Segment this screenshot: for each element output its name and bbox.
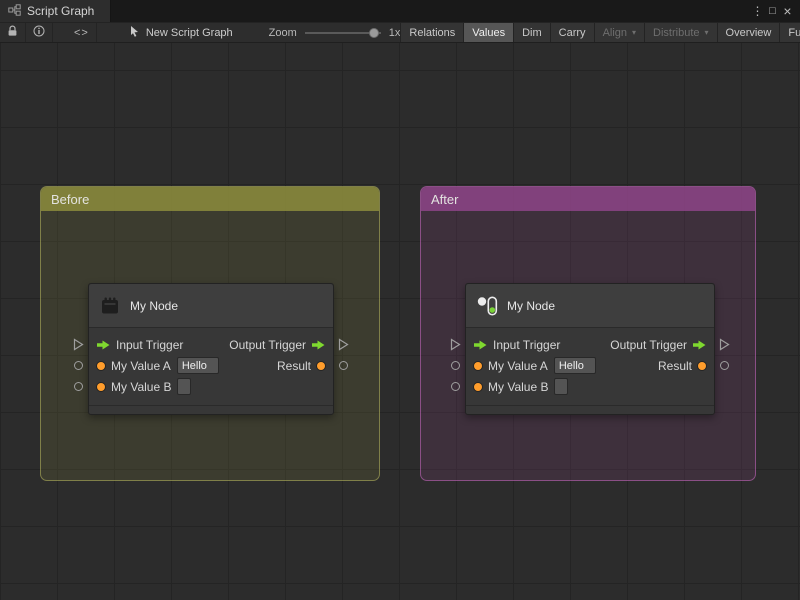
distribute-button[interactable]: Distribute ▾ — [644, 23, 717, 42]
code-view-button[interactable]: <> — [67, 23, 97, 42]
ext-value-a-port[interactable] — [74, 361, 83, 370]
group-after-header[interactable]: After — [421, 187, 755, 211]
value-a-input[interactable] — [176, 357, 219, 374]
output-trigger-label: Output Trigger — [610, 337, 687, 352]
ext-output-trigger-port[interactable] — [719, 338, 730, 356]
code-icon: <> — [74, 26, 89, 39]
graph-canvas[interactable]: Before After My Node Input Trigger Outpu… — [0, 43, 800, 600]
pointer-icon — [129, 25, 140, 40]
node-title: My Node — [130, 298, 179, 313]
graph-asset-selector[interactable]: New Script Graph — [123, 23, 239, 42]
window-controls: ⋮ □ × — [750, 0, 800, 22]
chevron-down-icon: ▾ — [704, 28, 709, 37]
value-b-port[interactable] — [474, 382, 482, 391]
machine-node-icon — [99, 295, 121, 317]
input-trigger-label: Input Trigger — [493, 337, 561, 352]
value-a-label: My Value A — [111, 358, 171, 373]
zoom-value: 1x — [388, 26, 401, 39]
graph-toolbar: <> New Script Graph Zoom 1x Relations Va… — [0, 22, 800, 43]
node-title: My Node — [507, 298, 556, 313]
port-row-value-a: My Value A Result — [89, 355, 333, 376]
tab-script-graph[interactable]: Script Graph — [0, 0, 112, 22]
dim-button[interactable]: Dim — [513, 23, 550, 42]
zoom-label: Zoom — [268, 26, 297, 39]
output-trigger-port[interactable] — [312, 340, 325, 350]
distribute-label: Distribute — [653, 26, 700, 39]
ext-result-port[interactable] — [720, 361, 729, 370]
fullscreen-button[interactable]: Full Screen — [779, 23, 800, 42]
maximize-icon[interactable]: □ — [765, 5, 780, 17]
tab-title: Script Graph — [27, 4, 95, 18]
values-button[interactable]: Values — [463, 23, 514, 42]
ext-value-a-port[interactable] — [451, 361, 460, 370]
value-b-port[interactable] — [97, 382, 105, 391]
script-graph-window: Script Graph ⋮ □ × <> New Script Graph Z… — [0, 0, 800, 600]
ext-value-b-port[interactable] — [451, 382, 460, 391]
value-a-label: My Value A — [488, 358, 548, 373]
port-row-value-b: My Value B — [89, 376, 333, 397]
align-button[interactable]: Align ▾ — [593, 23, 645, 42]
ext-output-trigger-port[interactable] — [338, 338, 349, 356]
result-label: Result — [276, 358, 311, 373]
overview-button[interactable]: Overview — [716, 23, 780, 42]
lock-button[interactable] — [0, 23, 26, 42]
chevron-down-icon: ▾ — [632, 28, 637, 37]
toolbar-buttons: Relations Values Dim Carry Align ▾ Distr… — [400, 23, 800, 42]
port-row-value-a: My Value A Result — [466, 355, 714, 376]
input-trigger-port[interactable] — [474, 340, 487, 350]
input-trigger-port[interactable] — [97, 340, 110, 350]
kebab-menu-icon[interactable]: ⋮ — [750, 4, 765, 18]
lock-icon — [7, 25, 18, 40]
graph-asset-name: New Script Graph — [145, 26, 233, 39]
zoom-slider[interactable] — [304, 27, 381, 39]
node-header[interactable]: My Node — [89, 284, 333, 328]
value-a-port[interactable] — [97, 361, 105, 370]
ext-input-trigger-port[interactable] — [450, 338, 461, 356]
value-b-input[interactable] — [177, 378, 192, 395]
relations-button[interactable]: Relations — [400, 23, 464, 42]
zoom-slider-handle[interactable] — [368, 27, 379, 38]
node-footer — [466, 405, 714, 414]
port-row-triggers: Input Trigger Output Trigger — [89, 334, 333, 355]
align-label: Align — [602, 26, 628, 39]
value-b-input[interactable] — [554, 378, 569, 395]
carry-button[interactable]: Carry — [549, 23, 594, 42]
port-row-value-b: My Value B — [466, 376, 714, 397]
zoom-control: Zoom 1x — [269, 23, 401, 42]
ext-value-b-port[interactable] — [74, 382, 83, 391]
visual-scripting-node-icon — [476, 295, 498, 317]
node-header[interactable]: My Node — [466, 284, 714, 328]
ext-result-port[interactable] — [339, 361, 348, 370]
node-body: Input Trigger Output Trigger My Value A — [89, 328, 333, 405]
group-before-header[interactable]: Before — [41, 187, 379, 211]
close-icon[interactable]: × — [780, 3, 795, 19]
result-port[interactable] — [698, 361, 706, 370]
node-footer — [89, 405, 333, 414]
node-my-node-before[interactable]: My Node Input Trigger Output Trigger My … — [73, 283, 349, 415]
value-a-port[interactable] — [474, 361, 482, 370]
result-port[interactable] — [317, 361, 325, 370]
script-graph-icon — [8, 3, 21, 19]
info-button[interactable] — [26, 23, 53, 42]
ext-input-trigger-port[interactable] — [73, 338, 84, 356]
node-my-node-after[interactable]: My Node Input Trigger Output Trigger My … — [450, 283, 730, 415]
group-before-title: Before — [51, 191, 90, 207]
output-trigger-label: Output Trigger — [229, 337, 306, 352]
value-b-label: My Value B — [488, 379, 549, 394]
output-trigger-port[interactable] — [693, 340, 706, 350]
port-row-triggers: Input Trigger Output Trigger — [466, 334, 714, 355]
group-after-title: After — [431, 191, 459, 207]
value-b-label: My Value B — [111, 379, 172, 394]
value-a-input[interactable] — [553, 357, 596, 374]
result-label: Result — [657, 358, 692, 373]
node-body: Input Trigger Output Trigger My Value A — [466, 328, 714, 405]
tab-bar: Script Graph ⋮ □ × — [0, 0, 800, 22]
input-trigger-label: Input Trigger — [116, 337, 184, 352]
info-icon — [33, 25, 45, 40]
